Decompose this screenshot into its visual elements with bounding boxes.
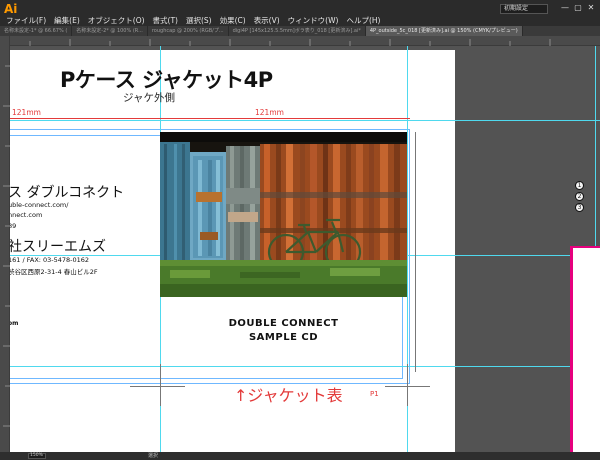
menu-view[interactable]: 表示(V) (250, 15, 284, 26)
title-menu-bar: Ai ファイル(F) 編集(E) オブジェクト(O) 書式(T) 選択(S) 効… (0, 0, 600, 26)
menu-file[interactable]: ファイル(F) (2, 15, 50, 26)
company-name-1[interactable]: ス ダブルコネクト (10, 182, 124, 202)
illustrator-window: Ai ファイル(F) 編集(E) オブジェクト(O) 書式(T) 選択(S) 効… (0, 0, 600, 460)
cd-subtitle[interactable]: SAMPLE CD (160, 332, 407, 343)
crop-mark (407, 364, 408, 406)
marker-1[interactable]: 1 (575, 181, 584, 190)
marker-2[interactable]: 2 (575, 192, 584, 201)
page-number-label[interactable]: P1 (370, 390, 379, 398)
crop-mark (415, 132, 416, 372)
measure-line-left (10, 118, 160, 119)
maximize-button[interactable]: ▢ (573, 3, 583, 13)
magenta-bleed-line (570, 246, 573, 452)
measure-line-right (160, 118, 410, 119)
company-url-1[interactable]: uble-connect.com/ (10, 201, 68, 209)
minimize-button[interactable]: — (560, 3, 570, 13)
company-url-2[interactable]: nnect.com (10, 211, 42, 219)
company-tel-1[interactable]: 89 (10, 222, 16, 230)
guide-horizontal[interactable] (10, 366, 600, 367)
tab-document-1[interactable]: 名称未設定-1* @ 66.67% ( (0, 26, 73, 36)
tab-document-active[interactable]: 4P_outside_5c_018 [更新済み].ai @ 150% (CMYK… (365, 26, 523, 36)
tab-document-2[interactable]: 名称未設定-2* @ 100% (R... (72, 26, 148, 36)
zoom-level-field[interactable]: 150% (28, 453, 46, 459)
company-tel-2[interactable]: 161 / FAX: 03-5478-0162 (10, 256, 89, 264)
measure-label-right: 121mm (255, 108, 284, 117)
menu-effect[interactable]: 効果(C) (216, 15, 250, 26)
menu-bar: ファイル(F) 編集(E) オブジェクト(O) 書式(T) 選択(S) 効果(C… (2, 15, 384, 26)
vertical-ruler[interactable] (0, 36, 10, 452)
measure-label-left: 121mm (12, 108, 41, 117)
tab-document-3[interactable]: roughcap @ 200% (RGB/プ... (148, 26, 229, 36)
menu-help[interactable]: ヘルプ(H) (342, 15, 384, 26)
current-tool-label[interactable]: 選択 (148, 452, 158, 460)
horizontal-ruler[interactable] (10, 36, 600, 46)
jacket-photo[interactable] (160, 132, 407, 297)
status-bar: 150% 選択 (0, 452, 600, 460)
close-button[interactable]: ✕ (586, 3, 596, 13)
document-canvas[interactable]: 121mm 121mm Pケース ジャケット4P ジャケ外側 DOUBLE CO… (10, 46, 600, 452)
app-logo: Ai (4, 2, 18, 16)
crop-mark (160, 364, 161, 406)
document-tabs: 名称未設定-1* @ 66.67% ( 名称未設定-2* @ 100% (R..… (0, 26, 600, 36)
menu-window[interactable]: ウィンドウ(W) (284, 15, 343, 26)
cd-title[interactable]: DOUBLE CONNECT (160, 318, 407, 329)
panel-markers: 1 2 3 (571, 180, 588, 220)
marker-3[interactable]: 3 (575, 203, 584, 212)
menu-select[interactable]: 選択(S) (182, 15, 216, 26)
magenta-bleed-line-top (570, 246, 600, 248)
guide-horizontal[interactable] (10, 120, 600, 121)
small-text-fragment[interactable]: om (10, 320, 18, 327)
page-subtitle[interactable]: ジャケ外側 (123, 90, 175, 105)
company-name-2[interactable]: 社スリーエムズ (10, 236, 106, 256)
menu-edit[interactable]: 編集(E) (50, 15, 84, 26)
adjacent-artboard[interactable] (570, 246, 600, 452)
tab-document-4[interactable]: digi4P [145x125.5.5mm]ボラ表り_018 [更新済み].ai… (229, 26, 366, 36)
jacket-front-label[interactable]: ↑ジャケット表 (234, 382, 343, 406)
menu-type[interactable]: 書式(T) (149, 15, 182, 26)
workspace-switcher[interactable]: 初期設定 (500, 4, 548, 14)
crop-mark (130, 386, 185, 387)
company-address-2[interactable]: 渋谷区西原2-31-4 春山ビル2F (10, 266, 98, 276)
menu-object[interactable]: オブジェクト(O) (84, 15, 149, 26)
